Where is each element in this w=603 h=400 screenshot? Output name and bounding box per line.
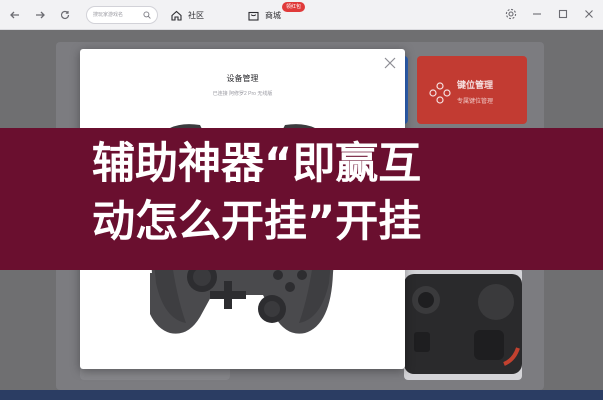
dialog-title: 设备管理 bbox=[226, 74, 259, 83]
nav-store[interactable]: 商城 bbox=[247, 7, 281, 23]
gamepad-side-image bbox=[404, 274, 522, 374]
key-mapping-title: 键位管理 bbox=[457, 80, 494, 90]
gamepad-product-card[interactable] bbox=[404, 268, 522, 380]
back-icon[interactable] bbox=[8, 8, 22, 22]
headline-line-1: 辅助神器“即赢互 bbox=[92, 139, 422, 189]
key-mapping-subtitle: 专属键位管理 bbox=[457, 99, 494, 105]
nav-store-label: 商城 bbox=[265, 10, 281, 20]
home-icon bbox=[171, 10, 182, 21]
connection-status: 已连接 阿修罗2 Pro 无线版 bbox=[212, 91, 273, 97]
forward-icon[interactable] bbox=[33, 8, 47, 22]
nav-community[interactable]: 社区 bbox=[170, 7, 204, 23]
top-bar: 搜玩家游戏名 社区 商城 领红包 bbox=[0, 0, 603, 30]
window-close-icon[interactable] bbox=[582, 7, 596, 21]
nav-community-label: 社区 bbox=[188, 10, 204, 20]
maximize-icon[interactable] bbox=[556, 7, 570, 21]
search-icon[interactable] bbox=[143, 11, 151, 19]
taskbar bbox=[0, 390, 603, 400]
settings-icon[interactable] bbox=[504, 7, 518, 21]
key-mapping-tile[interactable]: 键位管理 专属键位管理 bbox=[417, 56, 527, 124]
search-input[interactable]: 搜玩家游戏名 bbox=[93, 11, 123, 18]
search-box[interactable]: 搜玩家游戏名 bbox=[86, 6, 158, 24]
minimize-icon[interactable] bbox=[530, 7, 544, 21]
close-icon[interactable] bbox=[383, 56, 397, 70]
headline-line-2: 动怎么开挂”开挂 bbox=[92, 197, 422, 247]
refresh-icon[interactable] bbox=[58, 8, 72, 22]
dpad-icon bbox=[429, 82, 451, 104]
store-badge: 领红包 bbox=[282, 2, 306, 12]
store-icon bbox=[248, 11, 259, 21]
